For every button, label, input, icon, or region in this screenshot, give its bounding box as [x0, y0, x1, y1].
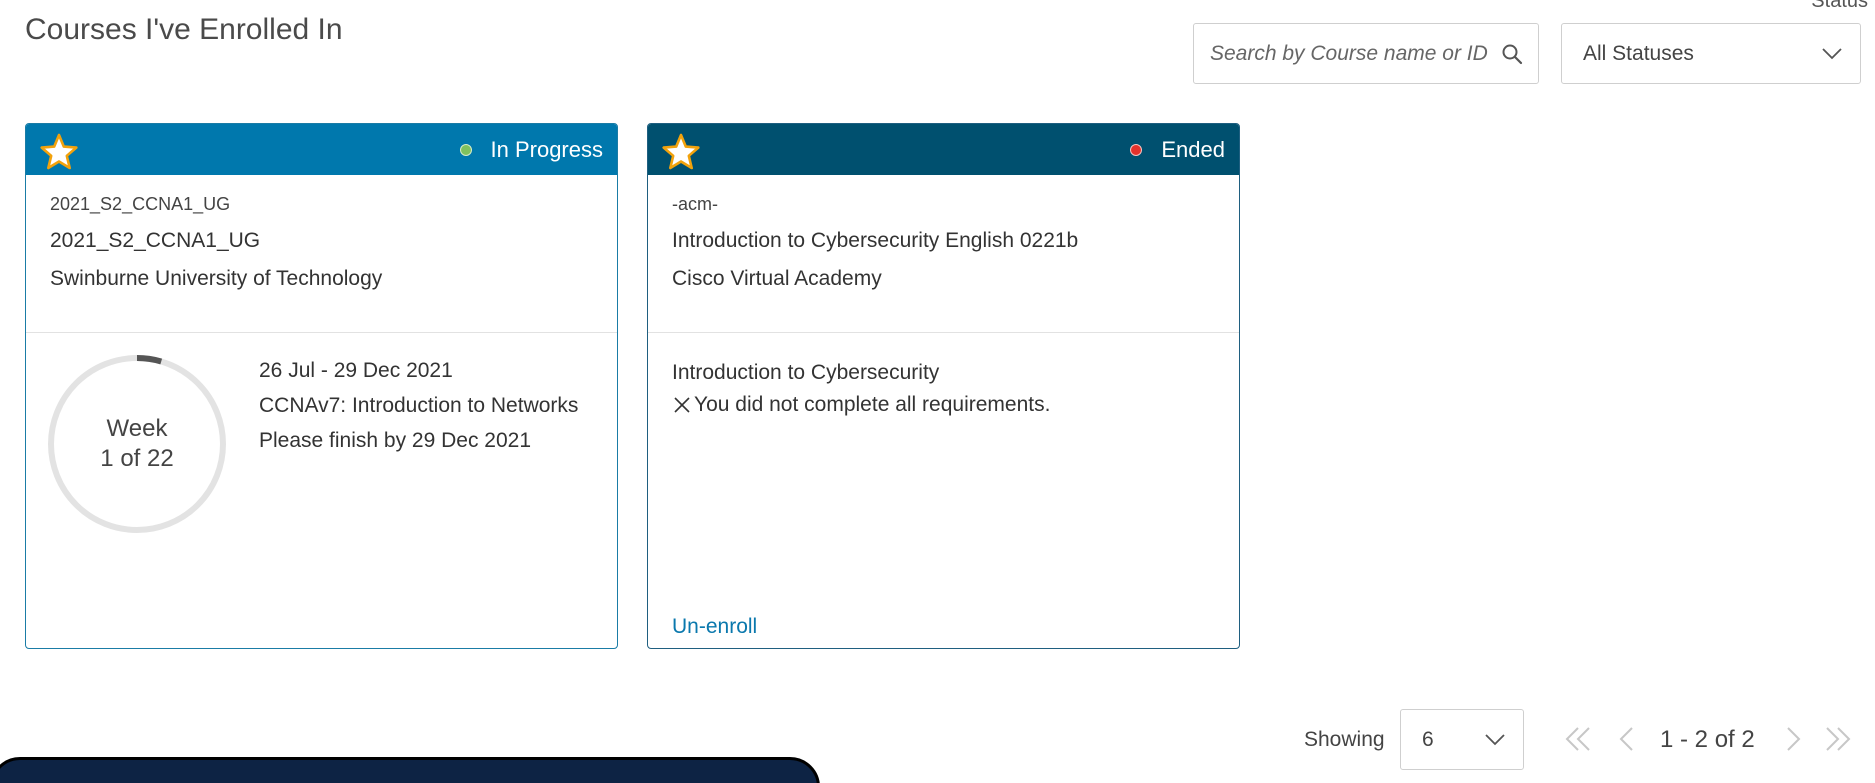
card-header: In Progress: [26, 124, 617, 175]
page-size-select[interactable]: 6: [1400, 709, 1524, 770]
search-box[interactable]: [1193, 23, 1539, 84]
first-page-icon[interactable]: [1562, 724, 1594, 754]
progress-value: 1 of 22: [100, 445, 174, 472]
course-info: 2021_S2_CCNA1_UG 2021_S2_CCNA1_UG Swinbu…: [26, 175, 617, 333]
status-select[interactable]: All Statuses: [1561, 23, 1861, 84]
curriculum-name: CCNAv7: Introduction to Networks: [259, 394, 579, 417]
last-page-icon[interactable]: [1822, 724, 1854, 754]
status-text: In Progress: [490, 136, 604, 162]
next-page-icon[interactable]: [1776, 724, 1808, 754]
star-icon[interactable]: [661, 132, 701, 172]
search-icon[interactable]: [1500, 42, 1524, 66]
curriculum-name: Introduction to Cybersecurity: [672, 361, 940, 384]
status-dot: [1130, 143, 1143, 156]
course-body: Introduction to Cybersecurity You did no…: [648, 333, 1239, 648]
chevron-down-icon: [1485, 733, 1505, 745]
status-dot: [459, 143, 472, 156]
requirement-status: You did not complete all requirements.: [672, 393, 1215, 417]
status-filter-label: Status: [1811, 0, 1868, 12]
deadline-text: Please finish by 29 Dec 2021: [259, 429, 532, 452]
course-card[interactable]: Ended -acm- Introduction to Cybersecurit…: [647, 123, 1240, 649]
showing-label: Showing: [1304, 728, 1385, 751]
card-header: Ended: [648, 124, 1239, 175]
course-card[interactable]: In Progress 2021_S2_CCNA1_UG 2021_S2_CCN…: [25, 123, 618, 649]
requirement-note: You did not complete all requirements.: [694, 393, 1051, 416]
course-body: Week 1 of 22 26 Jul - 29 Dec 2021 CCNAv7…: [26, 333, 617, 648]
unenroll-link[interactable]: Un-enroll: [672, 615, 757, 639]
courses-page: Courses I've Enrolled In Status All Stat…: [0, 0, 1875, 783]
institution-name: Swinburne University of Technology: [50, 267, 383, 290]
course-details: 26 Jul - 29 Dec 2021 CCNAv7: Introductio…: [259, 359, 578, 464]
progress-text: Week 1 of 22: [47, 354, 227, 534]
course-name[interactable]: Introduction to Cybersecurity English 02…: [672, 229, 1215, 253]
page-range: 1 - 2 of 2: [1660, 726, 1755, 753]
bottom-overlay-bar: [0, 757, 820, 783]
prev-page-icon[interactable]: [1612, 724, 1644, 754]
course-dates: 26 Jul - 29 Dec 2021: [259, 359, 453, 382]
status-indicator: In Progress: [459, 136, 604, 163]
course-info: -acm- Introduction to Cybersecurity Engl…: [648, 175, 1239, 333]
institution-name: Cisco Virtual Academy: [672, 267, 882, 290]
status-indicator: Ended: [1130, 137, 1225, 163]
course-name[interactable]: 2021_S2_CCNA1_UG: [50, 229, 593, 253]
x-icon: [674, 397, 690, 413]
status-select-value: All Statuses: [1583, 41, 1694, 65]
page-size-value: 6: [1422, 727, 1434, 751]
progress-label: Week: [106, 415, 168, 442]
chevron-down-icon: [1822, 47, 1842, 59]
status-text: Ended: [1161, 136, 1225, 162]
course-code: 2021_S2_CCNA1_UG: [50, 194, 231, 214]
search-input[interactable]: [1210, 41, 1494, 66]
course-code: -acm-: [672, 194, 718, 214]
page-title: Courses I've Enrolled In: [25, 13, 343, 46]
star-icon[interactable]: [39, 132, 79, 172]
